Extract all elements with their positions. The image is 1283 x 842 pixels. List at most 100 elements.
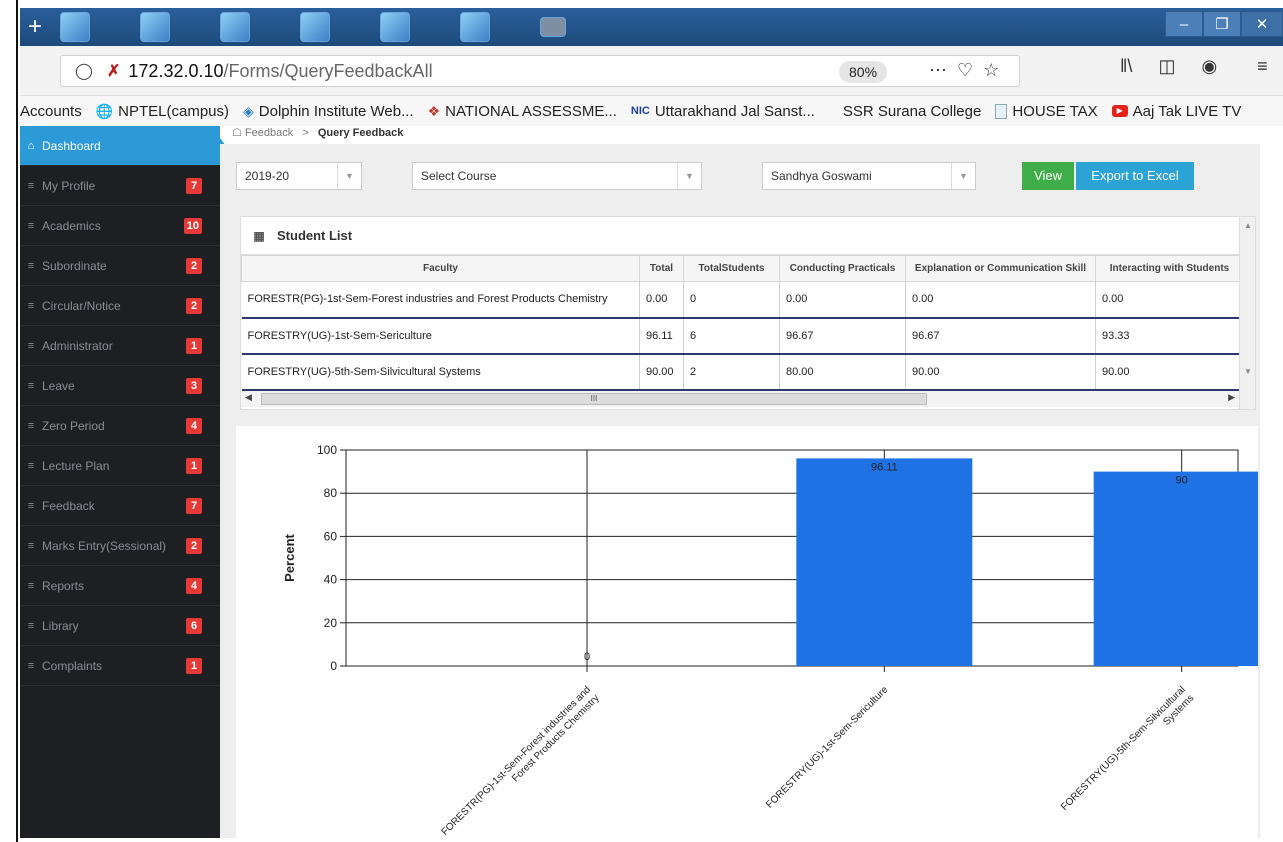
- bookmark-dolphin[interactable]: ◈ Dolphin Institute Web...: [243, 103, 414, 120]
- pocket-icon[interactable]: ♡: [957, 60, 983, 80]
- scroll-up-icon[interactable]: ▲: [1240, 221, 1256, 230]
- library-icon[interactable]: ‖\: [1120, 56, 1132, 77]
- faculty-select[interactable]: Sandhya Goswami ▼: [762, 162, 976, 190]
- url-text[interactable]: 172.32.0.10/Forms/QueryFeedbackAll: [128, 61, 432, 82]
- y-axis-label: Percent: [282, 533, 297, 581]
- list-icon: ≡: [27, 419, 35, 432]
- menu-icon[interactable]: ≡: [1257, 56, 1268, 77]
- column-header[interactable]: Explanation or Communication Skill: [905, 255, 1096, 282]
- taskbar-app-icon[interactable]: [540, 17, 566, 37]
- list-icon: ≡: [27, 299, 35, 312]
- sidebar-item-library[interactable]: ≡ Library 6: [20, 606, 220, 646]
- y-tick-label: 60: [324, 529, 338, 543]
- bookmark-star-icon[interactable]: ☆: [983, 60, 1009, 80]
- shield-icon[interactable]: ◯: [75, 61, 93, 81]
- close-icon[interactable]: ✕: [1241, 11, 1283, 37]
- sidebar-item-label: Marks Entry(Sessional): [42, 538, 167, 553]
- y-tick-label: 80: [324, 486, 338, 500]
- home-icon[interactable]: ☖: [232, 127, 242, 139]
- sidebar-item-zero-period[interactable]: ≡ Zero Period 4: [20, 406, 220, 446]
- taskbar-app-icon[interactable]: [460, 12, 490, 42]
- taskbar-app-icon[interactable]: [220, 12, 250, 42]
- taskbar-app-icon[interactable]: [300, 12, 330, 42]
- bookmark-house-tax[interactable]: HOUSE TAX: [995, 103, 1098, 120]
- bookmark-jal-sansthan[interactable]: NIC Uttarakhand Jal Sanst...: [631, 103, 815, 120]
- sidebar-item-subordinate[interactable]: ≡ Subordinate 2: [20, 246, 220, 286]
- list-icon: ≡: [27, 379, 35, 392]
- count-badge: 4: [186, 418, 202, 434]
- address-bar[interactable]: ◯ ✗ 172.32.0.10/Forms/QueryFeedbackAll 8…: [60, 55, 1020, 87]
- sidebar-item-label: Leave: [42, 378, 75, 393]
- vertical-scrollbar[interactable]: ▲ ▼: [1239, 217, 1255, 409]
- restore-icon[interactable]: ❐: [1203, 11, 1241, 37]
- globe-icon: 🌐: [95, 102, 114, 119]
- view-button[interactable]: View: [1022, 162, 1074, 190]
- column-header[interactable]: Total: [639, 255, 684, 282]
- taskbar-app-icon[interactable]: [380, 12, 410, 42]
- insecure-lock-icon[interactable]: ✗: [107, 61, 120, 81]
- sidebar-item-feedback[interactable]: ≡ Feedback 7: [20, 486, 220, 526]
- table-row[interactable]: FORESTR(PG)-1st-Sem-Forest industries an…: [241, 281, 1244, 319]
- sidebar-item-leave[interactable]: ≡ Leave 3: [20, 366, 220, 406]
- sidebar: ⌂ Dashboard ≡ My Profile 7 ≡ Academics 10 ≡ Subor…: [20, 126, 226, 838]
- minimize-icon[interactable]: –: [1165, 11, 1203, 37]
- sidebar-item-marks-entry-sessional[interactable]: ≡ Marks Entry(Sessional) 2: [20, 526, 220, 566]
- count-badge: 2: [186, 258, 202, 274]
- list-icon: ≡: [27, 579, 35, 592]
- table-cell: 93.33: [1095, 317, 1244, 355]
- sidebar-item-circular-notice[interactable]: ≡ Circular/Notice 2: [20, 286, 220, 326]
- count-badge: 1: [186, 338, 202, 354]
- scroll-left-icon[interactable]: ◀: [245, 392, 252, 403]
- table-cell: 6: [683, 317, 780, 355]
- list-icon: ≡: [27, 179, 35, 192]
- count-badge: 2: [186, 298, 202, 314]
- sidebar-item-lecture-plan[interactable]: ≡ Lecture Plan 1: [20, 446, 220, 486]
- scroll-down-icon[interactable]: ▼: [1240, 367, 1256, 376]
- data-label: 90: [1176, 475, 1188, 487]
- nic-icon: NIC: [630, 105, 650, 117]
- count-badge: 2: [186, 538, 202, 554]
- bookmark-accounts[interactable]: Accounts: [20, 103, 82, 120]
- photo-frame-left: [0, 0, 18, 842]
- session-select[interactable]: 2019-20 ▼: [236, 162, 362, 190]
- sidebar-item-dashboard[interactable]: ⌂ Dashboard: [20, 126, 226, 166]
- bookmark-naac[interactable]: ❖ NATIONAL ASSESSME...: [428, 103, 617, 120]
- list-icon: ≡: [27, 499, 35, 512]
- column-header[interactable]: Conducting Practicals: [779, 255, 906, 282]
- bookmark-aaj-tak[interactable]: ▶ Aaj Tak LIVE TV: [1111, 103, 1241, 120]
- sidebar-item-academics[interactable]: ≡ Academics 10: [20, 206, 220, 246]
- column-header[interactable]: Faculty: [241, 255, 640, 282]
- list-icon: ≡: [27, 259, 35, 272]
- export-to-excel-button[interactable]: Export to Excel: [1076, 162, 1194, 190]
- table-row[interactable]: FORESTRY(UG)-1st-Sem-Sericulture 96.11 6 96…: [241, 317, 1244, 355]
- zoom-level[interactable]: 80%: [839, 61, 888, 83]
- column-header[interactable]: Interacting with Students: [1095, 255, 1244, 282]
- sidebar-item-administrator[interactable]: ≡ Administrator 1: [20, 326, 220, 366]
- breadcrumb-parent[interactable]: Feedback: [245, 127, 293, 139]
- sidebar-item-reports[interactable]: ≡ Reports 4: [20, 566, 220, 606]
- sidebar-item-my-profile[interactable]: ≡ My Profile 7: [20, 166, 220, 206]
- sidebar-item-label: Subordinate: [42, 258, 107, 273]
- bookmark-ssr[interactable]: SSR Surana College: [843, 103, 981, 120]
- course-select[interactable]: Select Course ▼: [412, 162, 702, 190]
- x-tick-label: FORESTRY(UG)-5th-Sem-SilviculturalSystem…: [1059, 684, 1196, 821]
- account-icon[interactable]: ◉: [1201, 56, 1217, 77]
- scroll-thumb[interactable]: III: [261, 393, 927, 405]
- filter-row: 2019-20 ▼ Select Course ▼ Sandhya Goswam…: [220, 144, 1260, 210]
- scroll-right-icon[interactable]: ▶: [1228, 392, 1235, 403]
- table-cell: 2: [683, 353, 780, 391]
- taskbar-app-icon[interactable]: [140, 12, 170, 42]
- taskbar-app-icon[interactable]: [60, 12, 90, 42]
- chevron-down-icon[interactable]: ▼: [337, 163, 361, 189]
- bookmark-nptel[interactable]: 🌐 NPTEL(campus): [96, 103, 229, 120]
- sidebar-toggle-icon[interactable]: ◫: [1158, 56, 1175, 77]
- new-tab-plus-icon[interactable]: +: [20, 13, 50, 41]
- horizontal-scrollbar[interactable]: ◀ III ▶: [241, 391, 1241, 407]
- chevron-down-icon[interactable]: ▼: [951, 163, 975, 189]
- column-header[interactable]: TotalStudents: [683, 255, 780, 282]
- table-row[interactable]: FORESTRY(UG)-5th-Sem-Silvicultural Syste…: [241, 353, 1244, 391]
- bar-chart-svg: 0 20 40 60 80 100 Percent 0 FORESTR(PG)-1st-Sem-…: [282, 443, 1258, 838]
- chevron-down-icon[interactable]: ▼: [677, 163, 701, 189]
- more-actions-icon[interactable]: ⋯: [929, 60, 957, 80]
- sidebar-item-complaints[interactable]: ≡ Complaints 1: [20, 646, 220, 686]
